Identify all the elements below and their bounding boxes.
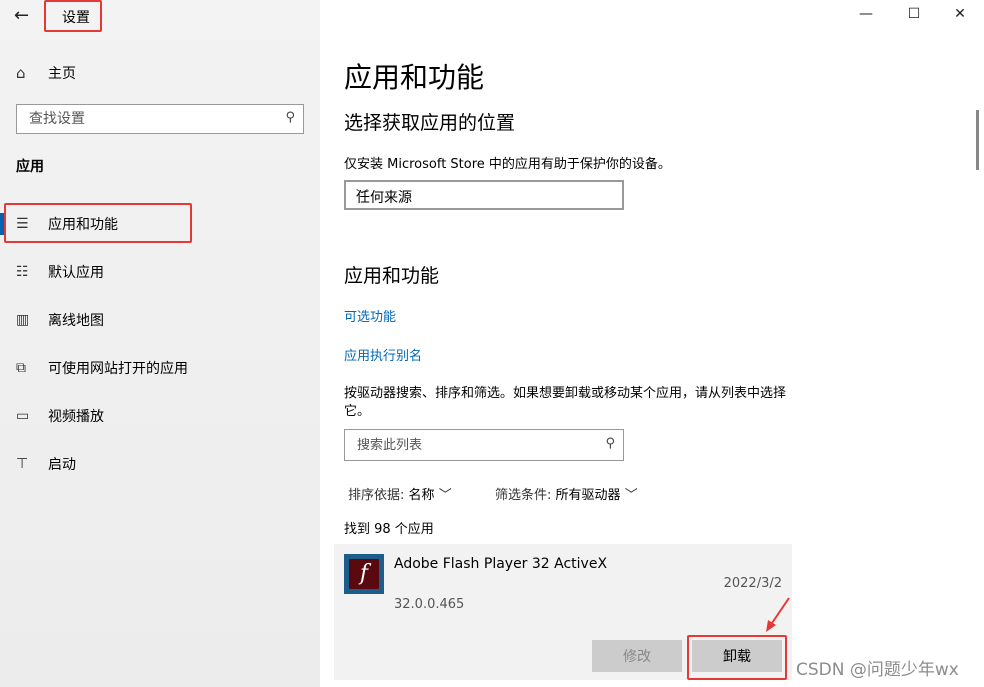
watermark: CSDN @问题少年wx	[796, 660, 959, 680]
annotation-arrow-icon	[766, 597, 790, 632]
